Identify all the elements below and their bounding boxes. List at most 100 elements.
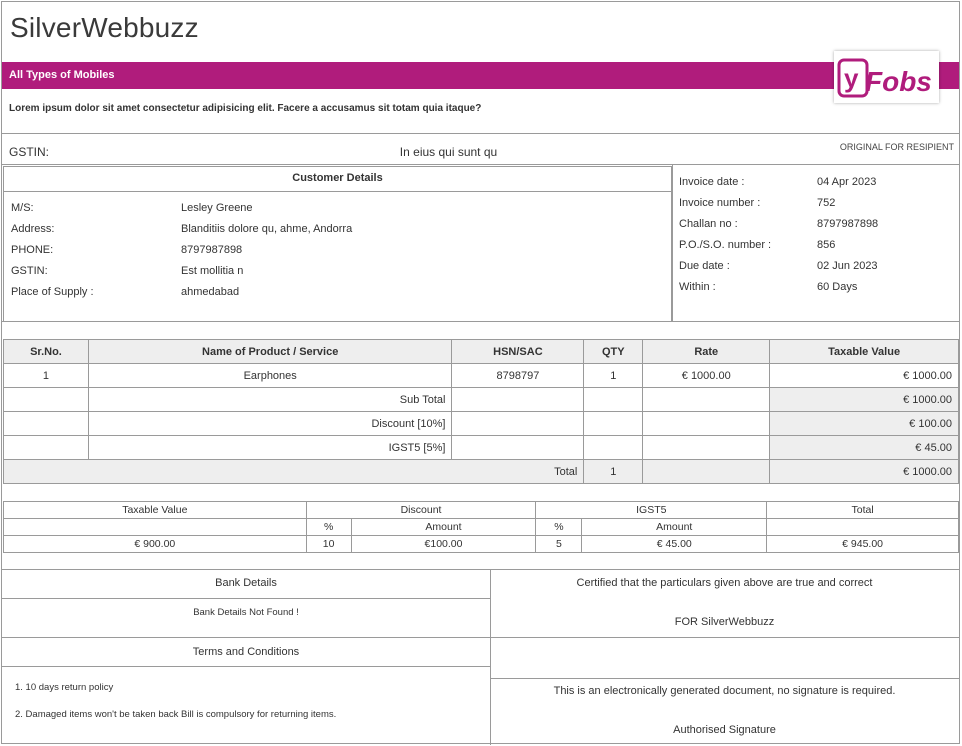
company-tagline: Lorem ipsum dolor sit amet consectetur a… — [9, 103, 482, 114]
authorised-signature-label: Authorised Signature — [673, 724, 776, 736]
category-band: All Types of Mobiles — [2, 62, 959, 89]
header-hsn: HSN/SAC — [451, 339, 585, 364]
summary-header-total: Total — [766, 501, 959, 519]
subtotal-label: Sub Total — [87, 387, 453, 412]
invoice-date-value: 04 Apr 2023 — [817, 176, 877, 188]
customer-gstin-label: GSTIN: — [11, 265, 48, 277]
divider — [2, 164, 959, 165]
tax-row: IGST5 [5%] € 45.00 — [3, 435, 959, 460]
header-sr-no: Sr.No. — [3, 339, 89, 364]
customer-address-value: Blanditiis dolore qu, ahme, Andorra — [181, 223, 353, 235]
invoice-number-value: 752 — [817, 197, 836, 209]
total-value: € 1000.00 — [769, 459, 959, 484]
items-table: Sr.No. Name of Product / Service HSN/SAC… — [2, 339, 959, 484]
customer-gstin-value: Est mollitia n — [181, 265, 244, 277]
customer-address-label: Address: — [11, 223, 55, 235]
summary-taxable-value: € 900.00 — [3, 535, 307, 553]
discount-row: Discount [10%] € 100.00 — [3, 411, 959, 436]
invoice-page: SilverWebbuzz All Types of Mobiles y Fob… — [1, 1, 960, 745]
for-company-text: FOR SilverWebbuzz — [674, 616, 775, 628]
summary-discount-amount-header: Amount — [350, 518, 537, 536]
summary-discount-pct-header: % — [305, 518, 352, 536]
divider — [490, 569, 491, 745]
item-rate: € 1000.00 — [642, 363, 771, 388]
item-sr: 1 — [3, 363, 89, 388]
summary-header-discount: Discount — [305, 501, 537, 519]
summary-tax-amount-header: Amount — [581, 518, 768, 536]
item-hsn: 8798797 — [451, 363, 585, 388]
customer-phone-label: PHONE: — [11, 244, 54, 256]
header-product: Name of Product / Service — [87, 339, 453, 364]
table-row: 1 Earphones 8798797 1 € 1000.00 € 1000.0… — [3, 363, 959, 388]
subtotal-value: € 1000.00 — [769, 387, 959, 412]
po-number-value: 856 — [817, 239, 836, 251]
within-value: 60 Days — [817, 281, 858, 293]
discount-label: Discount [10%] — [87, 411, 453, 436]
item-name: Earphones — [87, 363, 453, 388]
divider — [490, 678, 959, 679]
summary-discount-amount: €100.00 — [350, 535, 537, 553]
bank-details-text: Bank Details Not Found ! — [193, 607, 299, 618]
tax-value: € 45.00 — [769, 435, 959, 460]
table-row: € 900.00 10 €100.00 5 € 45.00 € 945.00 — [3, 535, 959, 553]
summary-tax-pct-header: % — [535, 518, 583, 536]
summary-discount-pct: 10 — [305, 535, 352, 553]
divider — [2, 598, 490, 599]
gstin-value: In eius qui sunt qu — [399, 145, 498, 159]
within-label: Within : — [679, 281, 716, 293]
customer-details-box: Customer Details M/S: Lesley Greene Addr… — [3, 166, 672, 322]
invoice-date-label: Invoice date : — [679, 176, 745, 188]
challan-no-label: Challan no : — [679, 218, 738, 230]
customer-ms-label: M/S: — [11, 202, 34, 214]
original-for-recipient-label: ORIGINAL FOR RESIPIENT — [839, 142, 954, 152]
terms-item-2: 2. Damaged items won't be taken back Bil… — [15, 709, 337, 720]
customer-phone-value: 8797987898 — [181, 244, 243, 256]
due-date-label: Due date : — [679, 260, 730, 272]
category-band-text: All Types of Mobiles — [9, 69, 115, 81]
customer-details-title: Customer Details — [4, 167, 671, 192]
total-row: Total 1 € 1000.00 — [2, 459, 959, 484]
header-rate: Rate — [642, 339, 771, 364]
total-label: Total — [2, 459, 585, 484]
company-name: SilverWebbuzz — [10, 12, 199, 43]
place-of-supply-label: Place of Supply : — [11, 286, 94, 298]
certified-text: Certified that the particulars given abo… — [576, 577, 873, 589]
customer-ms-value: Lesley Greene — [181, 202, 253, 214]
header-taxable-value: Taxable Value — [769, 339, 959, 364]
discount-value: € 100.00 — [769, 411, 959, 436]
summary-header-taxable: Taxable Value — [3, 501, 307, 519]
terms-title: Terms and Conditions — [192, 646, 300, 658]
tax-summary-table: Taxable Value Discount IGST5 Total % Amo… — [3, 501, 959, 553]
svg-text:y: y — [844, 63, 859, 93]
electronic-note: This is an electronically generated docu… — [553, 685, 896, 697]
item-taxable-value: € 1000.00 — [769, 363, 959, 388]
svg-text:Fobs: Fobs — [865, 66, 932, 97]
divider — [2, 569, 959, 570]
divider — [2, 637, 959, 638]
total-qty: 1 — [583, 459, 644, 484]
company-logo: y Fobs — [834, 51, 939, 103]
summary-header-tax: IGST5 — [535, 501, 768, 519]
header-qty: QTY — [583, 339, 644, 364]
tax-label: IGST5 [5%] — [87, 435, 453, 460]
invoice-number-label: Invoice number : — [679, 197, 761, 209]
divider — [2, 133, 959, 134]
divider — [672, 164, 673, 322]
summary-subheader-row: % Amount % Amount — [3, 518, 959, 536]
divider — [2, 666, 490, 667]
po-number-label: P.O./S.O. number : — [679, 239, 772, 251]
place-of-supply-value: ahmedabad — [181, 286, 240, 298]
summary-total: € 945.00 — [766, 535, 959, 553]
yfobs-logo-icon: y Fobs — [837, 58, 932, 98]
item-qty: 1 — [583, 363, 644, 388]
due-date-value: 02 Jun 2023 — [817, 260, 878, 272]
summary-header-row: Taxable Value Discount IGST5 Total — [3, 501, 959, 519]
challan-no-value: 8797987898 — [817, 218, 879, 230]
summary-tax-pct: 5 — [535, 535, 583, 553]
items-header-row: Sr.No. Name of Product / Service HSN/SAC… — [3, 339, 959, 364]
summary-tax-amount: € 45.00 — [581, 535, 768, 553]
divider — [2, 321, 959, 322]
terms-item-1: 1. 10 days return policy — [15, 682, 114, 693]
bank-details-title: Bank Details — [215, 577, 277, 589]
subtotal-row: Sub Total € 1000.00 — [3, 387, 959, 412]
